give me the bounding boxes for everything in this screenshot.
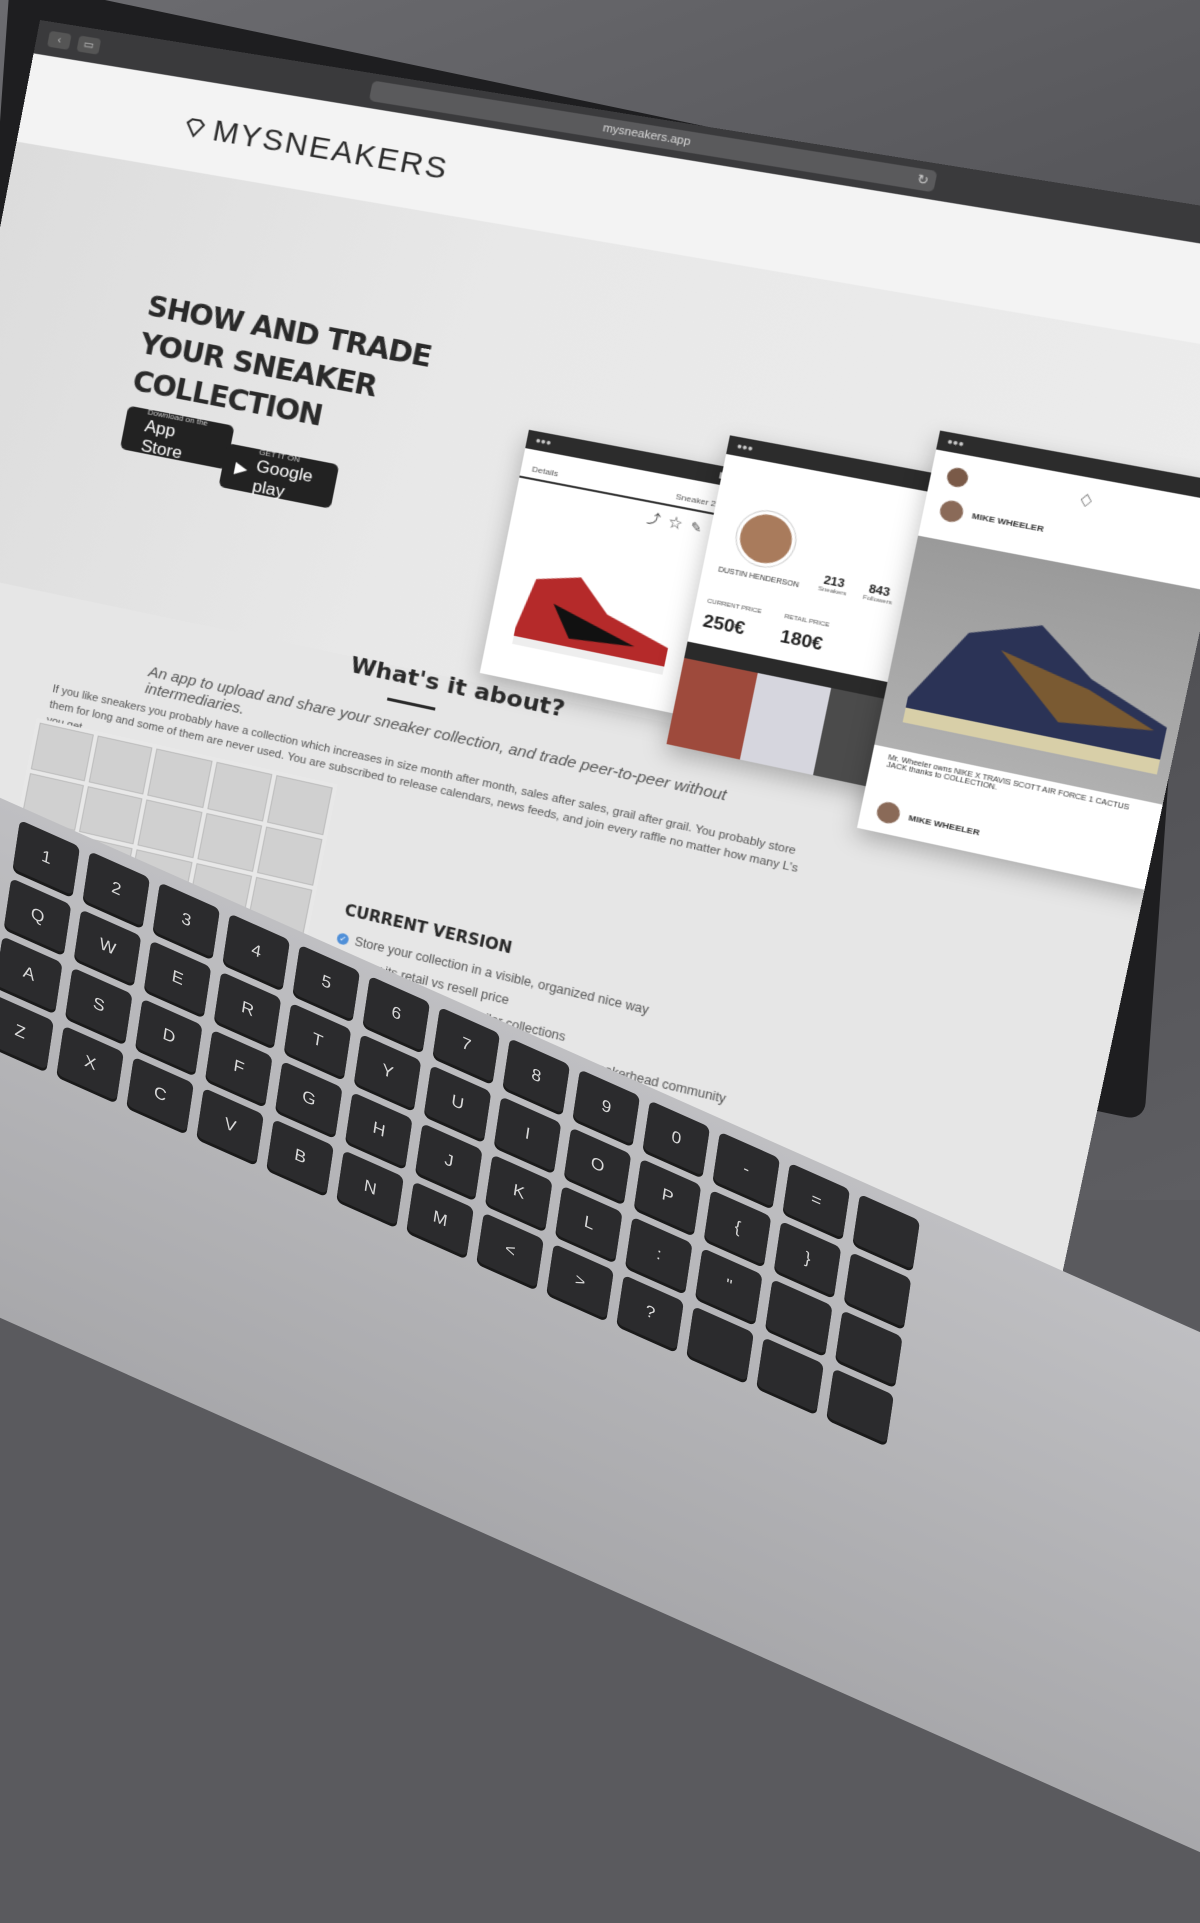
- feed-username-2: MIKE WHEELER: [907, 812, 981, 838]
- title-underline: [386, 697, 436, 711]
- avatar[interactable]: [731, 506, 801, 572]
- share-icon[interactable]: ⤴: [646, 511, 671, 530]
- feed-user-2[interactable]: MIKE WHEELER: [859, 797, 998, 847]
- retail-price-label: RETAIL PRICE: [783, 613, 830, 629]
- avatar: [874, 799, 902, 826]
- sidebar-icon[interactable]: ▭: [76, 35, 102, 55]
- check-icon: ✓: [336, 931, 350, 946]
- reload-icon[interactable]: ↻: [915, 168, 931, 191]
- followers-stat: 843 Followers: [862, 582, 895, 607]
- tab-sneaker[interactable]: Sneaker 2: [675, 492, 717, 509]
- avatar: [937, 498, 966, 525]
- profile-name: DUSTIN HENDERSON: [717, 566, 800, 590]
- logo-text: MYSNEAKERS: [209, 114, 452, 187]
- play-icon: ▶: [233, 459, 249, 479]
- sneakers-stat: 213 Sneakers: [817, 573, 849, 598]
- google-play-button[interactable]: ▶ GET IT ON Google play: [218, 443, 340, 509]
- tab-details[interactable]: Details: [531, 464, 559, 478]
- url-text: mysneakers.app: [601, 121, 692, 149]
- phone-status-bar: ●●●▮: [726, 435, 955, 496]
- diamond-heart-icon: ♢: [1075, 491, 1097, 513]
- red-sneaker-image: [512, 566, 679, 675]
- avatar[interactable]: [945, 466, 970, 489]
- star-icon[interactable]: ☆: [667, 515, 692, 534]
- current-price: 250€: [701, 610, 747, 639]
- diamond-heart-icon: [181, 114, 210, 142]
- back-icon[interactable]: ‹: [47, 30, 72, 50]
- retail-price: 180€: [778, 626, 825, 655]
